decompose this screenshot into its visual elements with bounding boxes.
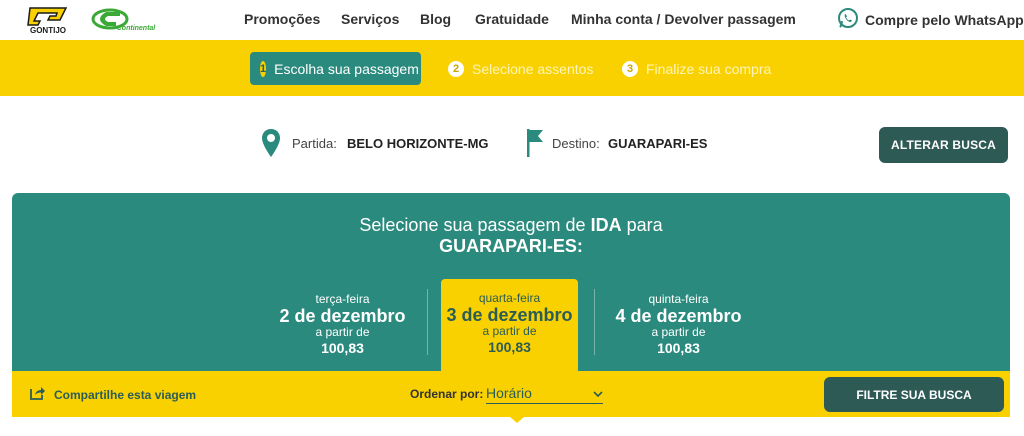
date-tab[interactable]: terça-feira 2 de dezembro a partir de 10… bbox=[274, 280, 411, 368]
outbound-selection-panel: Selecione sua passagem de IDA para GUARA… bbox=[12, 193, 1010, 371]
date-from-label: a partir de bbox=[482, 324, 537, 338]
divider bbox=[594, 289, 595, 355]
step-label: Escolha sua passagem bbox=[274, 60, 419, 77]
continental-logo[interactable]: Continental bbox=[90, 8, 164, 34]
chevron-down-icon bbox=[593, 384, 603, 402]
date-weekday: quarta-feira bbox=[478, 291, 541, 305]
flag-icon bbox=[525, 128, 545, 163]
step-finalize-purchase[interactable]: 3 Finalize sua compra bbox=[612, 52, 781, 85]
date-day: 4 de dezembro bbox=[615, 306, 742, 326]
date-price: 100,83 bbox=[657, 340, 700, 356]
date-price: 100,83 bbox=[488, 339, 531, 355]
svg-text:GONTIJO: GONTIJO bbox=[30, 26, 66, 34]
date-price: 100,83 bbox=[321, 340, 364, 356]
origin-label: Partida: bbox=[292, 136, 337, 151]
step-number: 3 bbox=[622, 60, 638, 77]
date-day: 3 de dezembro bbox=[446, 305, 573, 325]
order-by-label: Ordenar por: bbox=[410, 387, 484, 401]
whatsapp-link[interactable]: Compre pelo WhatsApp bbox=[837, 7, 1024, 34]
step-number: 1 bbox=[260, 60, 267, 77]
date-weekday: terça-feira bbox=[315, 292, 370, 306]
results-pointer bbox=[510, 417, 524, 423]
step-select-seats[interactable]: 2 Selecione assentos bbox=[438, 52, 603, 85]
title-suffix: para bbox=[621, 215, 663, 235]
order-by-select[interactable]: Horário bbox=[486, 382, 603, 404]
title-direction: IDA bbox=[590, 215, 622, 235]
share-icon bbox=[30, 385, 46, 405]
step-label: Finalize sua compra bbox=[646, 60, 772, 77]
date-tab[interactable]: quinta-feira 4 de dezembro a partir de 1… bbox=[610, 280, 747, 368]
nav-gratuidade[interactable]: Gratuidade bbox=[475, 11, 549, 27]
filter-search-button[interactable]: FILTRE SUA BUSCA bbox=[824, 377, 1004, 412]
nav-servicos[interactable]: Serviços bbox=[341, 11, 399, 27]
title-prefix: Selecione sua passagem de bbox=[359, 215, 591, 235]
nav-promocoes[interactable]: Promoções bbox=[244, 11, 320, 27]
panel-title: Selecione sua passagem de IDA para GUARA… bbox=[12, 215, 1010, 257]
date-day: 2 de dezembro bbox=[279, 306, 406, 326]
step-choose-ticket[interactable]: 1 Escolha sua passagem bbox=[250, 52, 421, 85]
date-from-label: a partir de bbox=[651, 325, 706, 339]
origin-value: BELO HORIZONTE-MG bbox=[347, 136, 489, 151]
date-tab-selected[interactable]: quarta-feira 3 de dezembro a partir de 1… bbox=[441, 279, 578, 371]
top-navigation: GONTIJO Continental Promoções Serviços B… bbox=[0, 0, 1024, 40]
share-trip-link[interactable]: Compartilhe esta viagem bbox=[30, 385, 196, 405]
whatsapp-label: Compre pelo WhatsApp bbox=[865, 12, 1024, 28]
destination-label: Destino: bbox=[552, 136, 600, 151]
filter-bar: Compartilhe esta viagem Ordenar por: Hor… bbox=[12, 371, 1010, 423]
whatsapp-icon bbox=[837, 7, 859, 34]
route-summary: Partida: BELO HORIZONTE-MG Destino: GUAR… bbox=[0, 96, 1024, 192]
step-label: Selecione assentos bbox=[472, 60, 594, 77]
divider bbox=[427, 289, 428, 355]
order-by-value: Horário bbox=[486, 384, 532, 401]
nav-blog[interactable]: Blog bbox=[420, 11, 451, 27]
destination-value: GUARAPARI-ES bbox=[608, 136, 708, 151]
change-search-button[interactable]: ALTERAR BUSCA bbox=[879, 127, 1008, 163]
date-weekday: quinta-feira bbox=[648, 292, 709, 306]
progress-steps-bar: 1 Escolha sua passagem 2 Selecione assen… bbox=[0, 40, 1024, 96]
nav-minha-conta[interactable]: Minha conta / Devolver passagem bbox=[571, 11, 796, 27]
date-from-label: a partir de bbox=[315, 325, 370, 339]
step-number: 2 bbox=[448, 60, 464, 77]
map-pin-icon bbox=[261, 128, 281, 163]
share-label: Compartilhe esta viagem bbox=[54, 388, 197, 402]
title-destination: GUARAPARI-ES: bbox=[439, 236, 583, 256]
gontijo-logo[interactable]: GONTIJO bbox=[20, 6, 76, 35]
svg-text:Continental: Continental bbox=[117, 25, 157, 32]
